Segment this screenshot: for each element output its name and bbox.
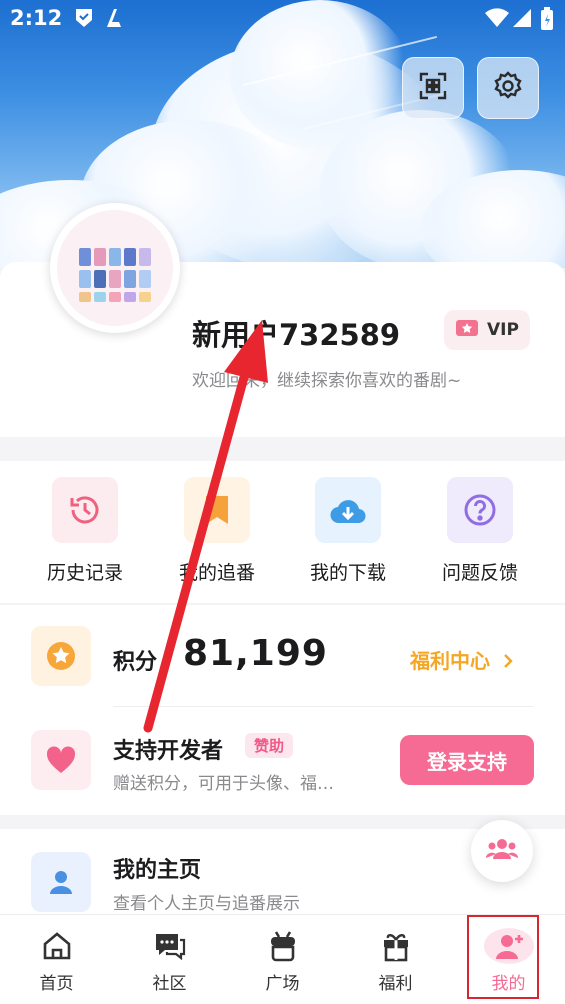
wifi-icon — [484, 7, 510, 33]
feedback-label: 问题反馈 — [441, 562, 518, 584]
download-action[interactable]: 我的下载 — [288, 477, 408, 585]
gift-icon — [339, 929, 452, 963]
status-bar: 2:12 — [0, 0, 565, 38]
feedback-action[interactable]: 问题反馈 — [420, 477, 540, 585]
battery-icon — [540, 7, 554, 35]
divider — [113, 706, 533, 707]
support-developer-title: 支持开发者 — [113, 739, 224, 764]
home-icon — [0, 929, 113, 963]
history-action[interactable]: 历史记录 — [25, 477, 145, 585]
app-notification-icon — [104, 7, 126, 33]
homepage-subtitle: 查看个人主页与追番展示 — [113, 894, 300, 914]
scan-icon — [418, 71, 448, 105]
welfare-center-link[interactable]: 福利中心 — [410, 645, 513, 674]
avatar[interactable] — [50, 203, 180, 333]
vip-label: VIP — [487, 320, 519, 340]
vip-ticket-icon — [455, 318, 479, 343]
bookmark-icon — [184, 477, 250, 543]
following-label: 我的追番 — [178, 562, 255, 584]
heart-icon — [31, 730, 91, 790]
group-icon — [485, 837, 519, 865]
points-star-icon — [31, 626, 91, 686]
gear-icon — [492, 70, 524, 106]
nav-welfare[interactable]: 福利 — [339, 915, 452, 1004]
quick-actions: 历史记录 我的追番 我的下载 问题反馈 — [0, 461, 565, 603]
nav-mine[interactable]: 我的 — [452, 915, 565, 1004]
help-icon — [447, 477, 513, 543]
welfare-center-label: 福利中心 — [410, 649, 490, 673]
username: 新用户732589 — [192, 318, 401, 352]
nav-community[interactable]: 社区 — [113, 915, 226, 1004]
signal-icon — [512, 7, 532, 33]
nav-mine-label: 我的 — [491, 974, 526, 994]
history-label: 历史记录 — [46, 562, 123, 584]
nav-home[interactable]: 首页 — [0, 915, 113, 1004]
welcome-text: 欢迎回来，继续探索你喜欢的番剧~ — [192, 371, 462, 391]
shield-icon — [74, 7, 94, 33]
status-time: 2:12 — [10, 6, 63, 30]
cloud-download-icon — [315, 477, 381, 543]
community-fab[interactable] — [471, 820, 533, 882]
sponsor-badge: 赞助 — [245, 733, 294, 758]
vip-button[interactable]: VIP — [444, 310, 530, 350]
nav-plaza-label: 广场 — [265, 974, 300, 994]
nav-welfare-label: 福利 — [378, 974, 413, 994]
login-support-button[interactable]: 登录支持 — [400, 735, 534, 785]
homepage-title: 我的主页 — [113, 858, 202, 883]
profile-icon — [452, 928, 565, 964]
chevron-right-icon — [503, 649, 513, 673]
following-action[interactable]: 我的追番 — [157, 477, 277, 585]
user-icon — [31, 852, 91, 912]
avatar-image — [57, 210, 173, 326]
settings-button[interactable] — [477, 57, 539, 119]
bottom-nav: 首页 社区 广场 福利 我的 — [0, 914, 565, 1004]
nav-plaza[interactable]: 广场 — [226, 915, 339, 1004]
plaza-icon — [226, 929, 339, 963]
chat-icon — [113, 929, 226, 963]
nav-home-label: 首页 — [39, 974, 74, 994]
support-developer-subtitle: 赠送积分，可用于头像、福… — [113, 774, 334, 794]
nav-community-label: 社区 — [152, 974, 187, 994]
download-label: 我的下载 — [309, 562, 386, 584]
history-icon — [52, 477, 118, 543]
scan-button[interactable] — [402, 57, 464, 119]
points-value: 81,199 — [183, 633, 328, 674]
points-label: 积分 — [113, 650, 158, 675]
